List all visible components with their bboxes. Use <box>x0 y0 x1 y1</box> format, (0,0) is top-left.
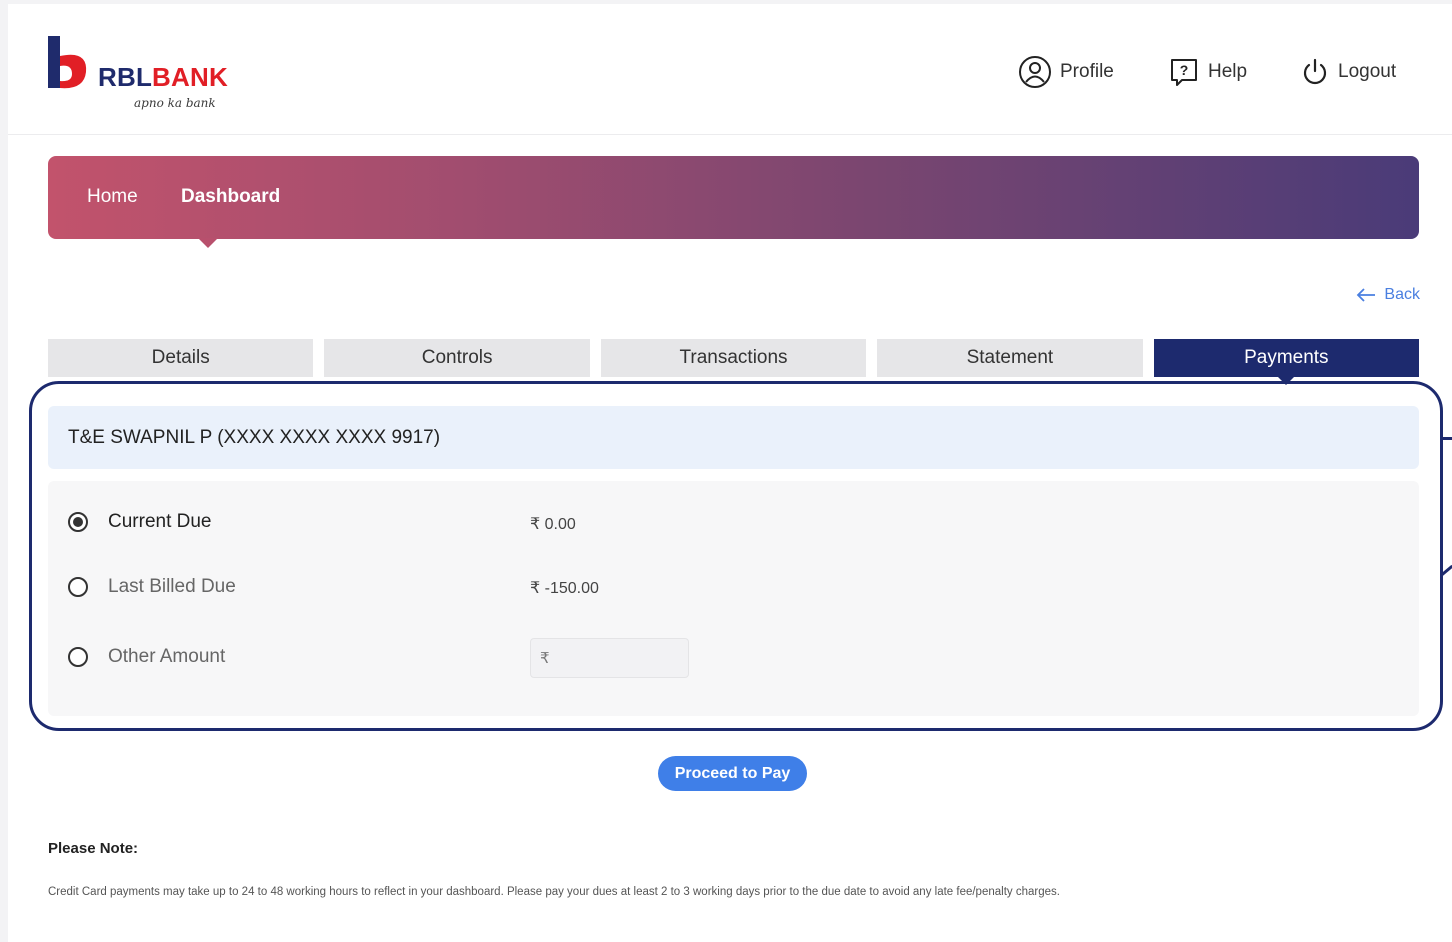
arrow-left-icon <box>1357 288 1376 302</box>
profile-label: Profile <box>1060 61 1114 82</box>
logo-tagline: apno ka bank <box>134 96 216 110</box>
radio-selected-dot <box>73 517 83 527</box>
proceed-to-pay-button[interactable]: Proceed to Pay <box>658 756 807 791</box>
card-account-header: T&E SWAPNIL P (XXXX XXXX XXXX 9917) <box>48 406 1419 469</box>
callout-line <box>1440 564 1452 577</box>
tab-label: Controls <box>421 347 493 368</box>
active-tab-pointer <box>1278 377 1295 385</box>
rbl-logo-mark-icon <box>48 36 87 89</box>
banner-pointer <box>198 238 218 248</box>
rbl-bank-logo[interactable]: RBLBANK apno ka bank <box>48 36 248 116</box>
logo-wordmark: RBLBANK <box>98 62 228 93</box>
breadcrumb-home[interactable]: Home <box>87 186 138 208</box>
power-icon <box>1303 58 1327 85</box>
card-tabs: Details Controls Transactions Statement … <box>48 339 1420 385</box>
option-label: Last Billed Due <box>108 576 236 597</box>
back-label: Back <box>1384 286 1420 303</box>
profile-icon <box>1019 56 1051 88</box>
current-due-amount: ₹ 0.00 <box>530 516 576 533</box>
other-amount-input[interactable] <box>530 638 689 678</box>
back-link[interactable]: Back <box>1356 286 1420 304</box>
logout-link[interactable]: Logout <box>1300 54 1396 90</box>
tab-label: Details <box>151 347 210 368</box>
radio-other-amount[interactable] <box>68 647 88 667</box>
help-icon: ? <box>1171 59 1197 86</box>
note-title: Please Note: <box>48 840 139 857</box>
left-edge <box>0 0 8 942</box>
tab-controls[interactable]: Controls <box>324 339 590 377</box>
logo-rbl-text: RBL <box>98 62 153 92</box>
tab-transactions[interactable]: Transactions <box>600 339 867 377</box>
logo-bank-text: BANK <box>152 62 228 92</box>
option-last-billed-due[interactable]: Last Billed Due <box>68 572 236 602</box>
tab-label: Payments <box>1244 347 1329 368</box>
last-billed-due-amount: ₹ -150.00 <box>530 580 599 597</box>
logout-label: Logout <box>1338 61 1397 82</box>
dashboard-banner: Home Dashboard <box>48 156 1419 239</box>
help-label: Help <box>1208 61 1248 82</box>
payment-options-panel: Current Due ₹ 0.00 Last Billed Due ₹ -15… <box>48 481 1419 716</box>
tab-label: Statement <box>966 347 1054 368</box>
help-link[interactable]: ? Help <box>1168 54 1247 90</box>
svg-text:?: ? <box>1180 62 1189 78</box>
option-current-due[interactable]: Current Due <box>68 507 212 537</box>
option-label: Current Due <box>108 511 212 532</box>
payments-page: RBLBANK apno ka bank Profile ? Help Logo… <box>0 0 1452 942</box>
app-header: RBLBANK apno ka bank Profile ? Help Logo… <box>8 4 1452 135</box>
tab-label: Transactions <box>679 347 788 368</box>
radio-last-billed-due[interactable] <box>68 577 88 597</box>
card-account-title: T&E SWAPNIL P (XXXX XXXX XXXX 9917) <box>68 427 441 448</box>
tab-details[interactable]: Details <box>48 339 314 377</box>
breadcrumb-dashboard[interactable]: Dashboard <box>181 186 280 208</box>
tab-payments[interactable]: Payments <box>1153 339 1420 385</box>
callout-line <box>1440 437 1452 440</box>
tab-statement[interactable]: Statement <box>877 339 1143 377</box>
radio-current-due[interactable] <box>68 512 88 532</box>
profile-link[interactable]: Profile <box>1018 54 1114 90</box>
option-other-amount[interactable]: Other Amount <box>68 642 225 672</box>
note-text: Credit Card payments may take up to 24 t… <box>48 886 1060 898</box>
option-label: Other Amount <box>108 646 226 667</box>
